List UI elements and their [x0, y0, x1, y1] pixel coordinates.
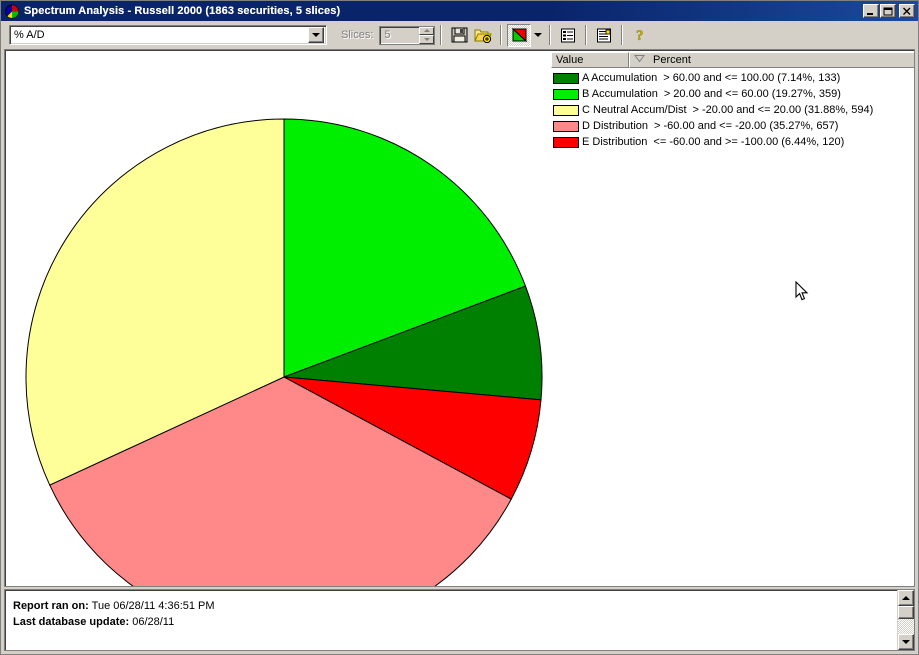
help-button[interactable]: ? [628, 24, 652, 47]
legend-column-percent[interactable]: Percent [629, 52, 914, 68]
legend-row[interactable]: A Accumulation > 60.00 and <= 100.00 (7.1… [551, 70, 914, 86]
legend-row-label: B Accumulation [582, 88, 658, 100]
legend-panel: Value Percent A Accumulation > 60.00 and … [551, 52, 914, 153]
pie-chart-icon [4, 4, 20, 19]
scrollbar-thumb[interactable] [898, 606, 914, 619]
legend-color-swatch [553, 72, 579, 84]
maximize-button[interactable] [880, 4, 896, 18]
window-controls [862, 4, 916, 18]
chevron-down-icon[interactable] [308, 27, 324, 43]
mouse-cursor-icon [795, 280, 809, 305]
slices-label: Slices: [341, 29, 374, 41]
minimize-button[interactable] [863, 4, 879, 18]
report-ran-label: Report ran on: [13, 600, 89, 612]
report-status-text: Report ran on: Tue 06/28/11 4:36:51 PM L… [5, 590, 897, 650]
slices-value: 5 [384, 29, 391, 41]
svg-text:?: ? [636, 28, 644, 43]
legend-row-label: A Accumulation [582, 72, 658, 84]
legend-color-swatch [553, 88, 579, 100]
window-title: Spectrum Analysis - Russell 2000 (1863 s… [24, 5, 341, 17]
report-ran-value: Tue 06/28/11 4:36:51 PM [91, 600, 215, 612]
toolbar: % A/D Slices: 5 ? [1, 21, 918, 49]
scroll-up-button[interactable] [898, 590, 914, 606]
scroll-down-button[interactable] [898, 634, 914, 650]
toolbar-separator [549, 25, 552, 45]
close-button[interactable] [899, 4, 915, 18]
last-update-value: 06/28/11 [132, 616, 175, 628]
legend-row[interactable]: B Accumulation > 20.00 and <= 60.00 (19.2… [551, 86, 914, 102]
legend-row-label: D Distribution [582, 120, 649, 132]
save-button[interactable] [447, 24, 471, 47]
toolbar-separator [440, 25, 443, 45]
sort-descending-icon [634, 54, 645, 66]
legend-header: Value Percent [551, 52, 914, 68]
legend-column-percent-label: Percent [653, 54, 691, 66]
report-status-panel: Report ran on: Tue 06/28/11 4:36:51 PM L… [4, 589, 915, 651]
legend-column-value[interactable]: Value [551, 52, 629, 68]
toolbar-separator [585, 25, 588, 45]
pie-chart-svg [25, 118, 543, 586]
legend-row[interactable]: D Distribution > -60.00 and <= -20.00 (35… [551, 118, 914, 134]
legend-color-swatch [553, 104, 579, 116]
legend-row-range: > -60.00 and <= -20.00 (35.27%, 657) [654, 120, 839, 132]
legend-row[interactable]: C Neutral Accum/Dist > -20.00 and <= 20.0… [551, 102, 914, 118]
legend-row[interactable]: E Distribution <= -60.00 and >= -100.00 (… [551, 134, 914, 150]
legend-row-label: E Distribution [582, 136, 648, 148]
indicator-combobox[interactable]: % A/D [9, 25, 327, 45]
legend-row-range: > 60.00 and <= 100.00 (7.14%, 133) [663, 72, 841, 84]
list-view-button[interactable] [556, 24, 580, 47]
legend-row-range: <= -60.00 and >= -100.00 (6.44%, 120) [653, 136, 845, 148]
title-bar: Spectrum Analysis - Russell 2000 (1863 s… [1, 1, 918, 21]
last-update-line: Last database update: 06/28/11 [13, 614, 897, 630]
toolbar-separator [621, 25, 624, 45]
pie-chart [5, 50, 565, 586]
chart-type-dropdown[interactable] [531, 24, 544, 47]
legend-row-range: > -20.00 and <= 20.00 (31.88%, 594) [692, 104, 874, 116]
open-button[interactable] [471, 24, 495, 47]
report-ran-line: Report ran on: Tue 06/28/11 4:36:51 PM [13, 598, 897, 614]
legend-rows: A Accumulation > 60.00 and <= 100.00 (7.1… [551, 68, 914, 150]
status-vertical-scrollbar[interactable] [897, 590, 914, 650]
scrollbar-track[interactable] [898, 619, 914, 634]
legend-color-swatch [553, 120, 579, 132]
spectrum-analysis-window: Spectrum Analysis - Russell 2000 (1863 s… [0, 0, 919, 655]
slices-stepper[interactable]: 5 [379, 25, 436, 45]
toolbar-separator [500, 25, 503, 45]
slices-increment-button[interactable] [419, 26, 435, 35]
indicator-combobox-value: % A/D [14, 29, 45, 41]
legend-color-swatch [553, 136, 579, 148]
legend-row-range: > 20.00 and <= 60.00 (19.27%, 359) [663, 88, 841, 100]
legend-row-label: C Neutral Accum/Dist [582, 104, 687, 116]
chart-client-area: Value Percent A Accumulation > 60.00 and … [4, 49, 915, 587]
slices-decrement-button[interactable] [419, 35, 435, 44]
pie-chart-view-button[interactable] [507, 23, 532, 47]
last-update-label: Last database update: [13, 616, 130, 628]
report-view-button[interactable] [592, 24, 616, 47]
